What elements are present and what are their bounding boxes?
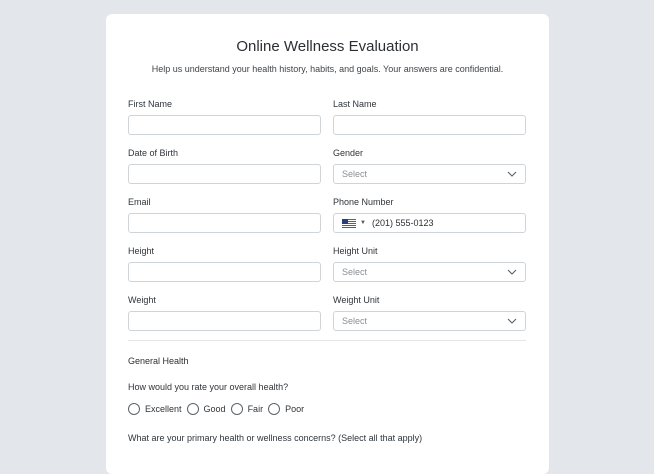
section-divider bbox=[128, 340, 526, 341]
gender-label: Gender bbox=[333, 148, 364, 158]
radio-circle-icon[interactable] bbox=[230, 403, 243, 415]
country-caret-icon[interactable]: ▼ bbox=[360, 220, 366, 226]
radio-option-poor[interactable]: Poor bbox=[268, 403, 304, 415]
overall-health-radio-group: Excellent Good Fair Poor bbox=[128, 403, 309, 415]
chevron-down-icon bbox=[507, 318, 517, 324]
first-name-input[interactable] bbox=[128, 115, 321, 135]
phone-label: Phone Number bbox=[333, 197, 394, 207]
radio-option-excellent[interactable]: Excellent bbox=[128, 403, 182, 415]
chevron-down-icon bbox=[507, 171, 517, 177]
form-subtitle: Help us understand your health history, … bbox=[151, 64, 504, 74]
height-label: Height bbox=[128, 246, 155, 256]
email-label: Email bbox=[128, 197, 151, 207]
weight-input[interactable] bbox=[128, 311, 321, 331]
height-unit-label: Height Unit bbox=[333, 246, 378, 256]
email-input[interactable] bbox=[128, 213, 321, 233]
radio-circle-icon[interactable] bbox=[128, 403, 140, 415]
gender-field: Gender Select bbox=[333, 147, 526, 184]
height-unit-select-value: Select bbox=[342, 267, 368, 277]
first-name-label: First Name bbox=[128, 99, 173, 109]
weight-unit-label: Weight Unit bbox=[333, 295, 380, 305]
dob-label: Date of Birth bbox=[128, 148, 179, 158]
radio-circle-icon[interactable] bbox=[268, 403, 281, 415]
height-field: Height bbox=[128, 245, 321, 282]
radio-label-poor: Poor bbox=[285, 404, 305, 414]
phone-input[interactable]: ▼ (201) 555-0123 bbox=[333, 213, 526, 233]
radio-option-good[interactable]: Good bbox=[186, 403, 226, 415]
phone-field: Phone Number ▼ (201) 555-0123 bbox=[333, 196, 526, 233]
radio-option-fair[interactable]: Fair bbox=[230, 403, 264, 415]
concerns-question: What are your primary health or wellness… bbox=[128, 433, 423, 443]
radio-label-good: Good bbox=[203, 404, 226, 414]
height-unit-select[interactable]: Select bbox=[333, 262, 526, 282]
last-name-input[interactable] bbox=[333, 115, 526, 135]
radio-label-excellent: Excellent bbox=[145, 404, 182, 414]
overall-health-question: How would you rate your overall health? bbox=[128, 382, 289, 392]
gender-select-value: Select bbox=[342, 169, 368, 179]
first-name-field: First Name bbox=[128, 98, 321, 135]
last-name-label: Last Name bbox=[333, 99, 377, 109]
weight-label: Weight bbox=[128, 295, 156, 305]
weight-unit-select-value: Select bbox=[342, 316, 368, 326]
chevron-down-icon bbox=[507, 269, 517, 275]
last-name-field: Last Name bbox=[333, 98, 526, 135]
height-unit-field: Height Unit Select bbox=[333, 245, 526, 282]
section-title-general-health: General Health bbox=[128, 356, 189, 366]
weight-field: Weight bbox=[128, 294, 321, 331]
us-flag-icon[interactable] bbox=[342, 218, 356, 228]
radio-label-fair: Fair bbox=[247, 404, 264, 414]
dob-field: Date of Birth bbox=[128, 147, 321, 184]
weight-unit-field: Weight Unit Select bbox=[333, 294, 526, 331]
height-input[interactable] bbox=[128, 262, 321, 282]
dob-input[interactable] bbox=[128, 164, 321, 184]
weight-unit-select[interactable]: Select bbox=[333, 311, 526, 331]
phone-value: (201) 555-0123 bbox=[371, 218, 434, 228]
form-card: Online Wellness Evaluation Help us under… bbox=[106, 14, 549, 474]
form-title: Online Wellness Evaluation bbox=[236, 38, 419, 55]
email-field: Email bbox=[128, 196, 321, 233]
radio-circle-icon[interactable] bbox=[186, 403, 199, 415]
gender-select[interactable]: Select bbox=[333, 164, 526, 184]
